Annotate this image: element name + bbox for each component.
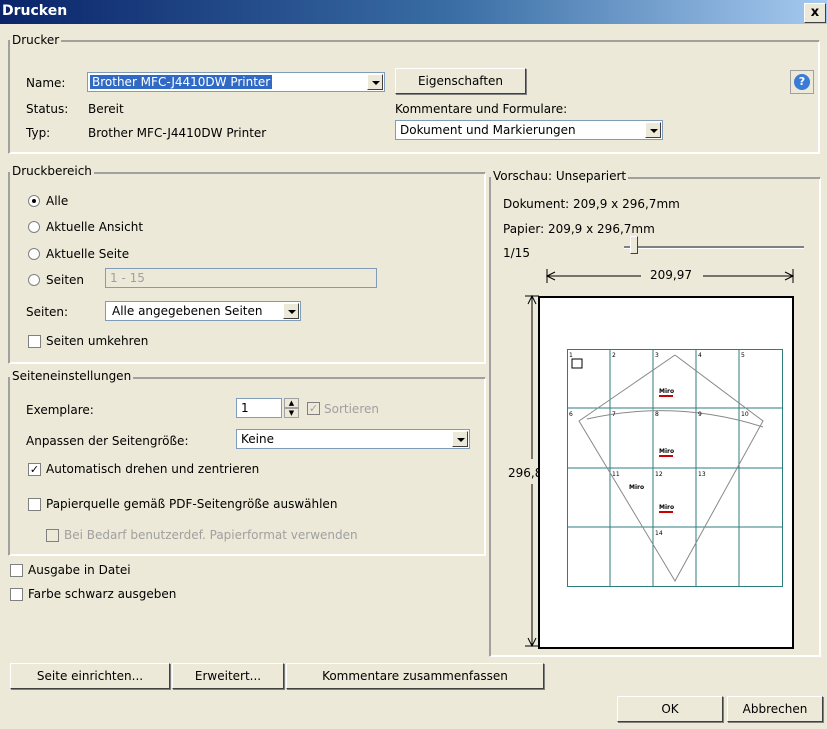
printer-name-select[interactable]: Brother MFC-J4410DW Printer	[87, 72, 385, 92]
copies-input[interactable]: 1	[236, 398, 282, 418]
paper-source-checkbox[interactable]	[28, 498, 41, 511]
title-bar	[0, 0, 827, 24]
preview-page-indicator: 1/15	[503, 246, 530, 260]
miro-label: Miro	[629, 484, 644, 491]
comments-value: Dokument und Markierungen	[400, 123, 576, 137]
range-all-radio[interactable]	[28, 195, 40, 207]
miro-label: Miro	[659, 448, 674, 455]
printer-name-label: Name:	[26, 76, 66, 90]
page-setup-button[interactable]: Seite einrichten...	[10, 663, 170, 689]
tile-number: 9	[698, 411, 702, 418]
page-slider[interactable]	[624, 236, 804, 256]
tile-number: 6	[569, 411, 573, 418]
pages-input[interactable]: 1 - 15	[105, 268, 377, 288]
summarize-comments-button[interactable]: Kommentare zusammenfassen	[286, 663, 544, 689]
range-current-page-label: Aktuelle Seite	[46, 247, 130, 261]
printer-type-label: Typ:	[26, 126, 51, 140]
grayscale-label: Farbe schwarz ausgeben	[28, 587, 177, 601]
range-current-view-radio[interactable]	[28, 221, 40, 233]
help-icon: ?	[794, 74, 810, 90]
range-all-label: Alle	[46, 194, 69, 208]
copies-label: Exemplare:	[26, 403, 94, 417]
tile-number: 13	[698, 471, 706, 478]
print-to-file-checkbox[interactable]	[10, 564, 23, 577]
window-title: Drucken	[2, 3, 68, 19]
tile-grid: 1 2 3 4 5 6 7 8 9 10 11 12 13 14 Miro Mi…	[567, 349, 783, 587]
tile-number: 1	[569, 352, 573, 359]
tile-number: 11	[612, 471, 620, 478]
range-pages-label: Seiten	[46, 273, 85, 287]
width-dimension-label: 209,97	[650, 268, 692, 282]
scaling-label: Anpassen der Seitengröße:	[26, 434, 189, 448]
miro-label: Miro	[659, 504, 674, 511]
collate-checkbox[interactable]: ✓	[307, 402, 320, 415]
tile-number: 10	[741, 411, 749, 418]
pages-subset-label: Seiten:	[26, 305, 69, 319]
properties-button[interactable]: Eigenschaften	[395, 68, 526, 94]
printer-status-label: Status:	[26, 102, 69, 116]
ok-button[interactable]: OK	[617, 696, 723, 722]
preview-paper-size: Papier: 209,9 x 296,7mm	[503, 222, 655, 236]
chevron-down-icon[interactable]	[283, 303, 299, 319]
grayscale-checkbox[interactable]	[10, 588, 23, 601]
scaling-value: Keine	[241, 432, 274, 446]
comments-label: Kommentare und Formulare:	[395, 102, 568, 116]
scaling-select[interactable]: Keine	[236, 429, 470, 449]
spin-up-icon[interactable]: ▲	[284, 398, 299, 408]
pages-subset-value: Alle angegebenen Seiten	[112, 304, 263, 318]
preview-label: Vorschau: Unsepariert	[491, 169, 629, 183]
copies-spinner[interactable]: ▲ ▼	[284, 398, 299, 418]
custom-paper-checkbox[interactable]	[46, 529, 59, 542]
printer-group-label: Drucker	[10, 33, 62, 47]
auto-rotate-label: Automatisch drehen und zentrieren	[46, 462, 260, 476]
custom-paper-label: Bei Bedarf benutzerdef. Papierformat ver…	[64, 528, 358, 542]
printer-type-value: Brother MFC-J4410DW Printer	[88, 126, 267, 140]
slider-thumb[interactable]	[630, 236, 638, 254]
range-pages-radio[interactable]	[28, 274, 40, 286]
comments-select[interactable]: Dokument und Markierungen	[395, 120, 663, 140]
miro-label: Miro	[659, 388, 674, 395]
pages-subset-select[interactable]: Alle angegebenen Seiten	[105, 301, 301, 321]
preview-document-size: Dokument: 209,9 x 296,7mm	[503, 197, 680, 211]
help-button[interactable]: ?	[790, 70, 814, 94]
range-current-view-label: Aktuelle Ansicht	[46, 220, 144, 234]
collate-label: Sortieren	[324, 402, 379, 416]
paper-source-label: Papierquelle gemäß PDF-Seitengröße auswä…	[46, 497, 338, 511]
auto-rotate-checkbox[interactable]: ✓	[28, 463, 41, 476]
range-current-page-radio[interactable]	[28, 248, 40, 260]
tile-number: 7	[612, 411, 616, 418]
advanced-button[interactable]: Erweitert...	[172, 663, 284, 689]
reverse-pages-label: Seiten umkehren	[46, 334, 149, 348]
tile-number: 8	[655, 411, 659, 418]
copies-value: 1	[241, 401, 249, 415]
tile-number: 2	[612, 352, 616, 359]
printer-status-value: Bereit	[88, 102, 124, 116]
print-to-file-label: Ausgabe in Datei	[28, 563, 131, 577]
page-setup-label: Seiteneinstellungen	[10, 369, 134, 383]
close-button[interactable]: x	[804, 3, 826, 23]
chevron-down-icon[interactable]	[645, 122, 661, 138]
tile-number: 5	[741, 352, 745, 359]
chevron-down-icon[interactable]	[367, 74, 383, 90]
cancel-button[interactable]: Abbrechen	[727, 696, 823, 722]
reverse-pages-checkbox[interactable]	[28, 335, 41, 348]
printer-name-value: Brother MFC-J4410DW Printer	[90, 75, 273, 89]
tile-number: 12	[655, 471, 663, 478]
spin-down-icon[interactable]: ▼	[284, 408, 299, 418]
chevron-down-icon[interactable]	[452, 431, 468, 447]
print-range-label: Druckbereich	[10, 164, 94, 178]
pages-input-value: 1 - 15	[110, 271, 145, 285]
page-icon	[571, 358, 583, 369]
tile-number: 4	[698, 352, 702, 359]
tile-number: 14	[655, 530, 663, 537]
tile-number: 3	[655, 352, 659, 359]
